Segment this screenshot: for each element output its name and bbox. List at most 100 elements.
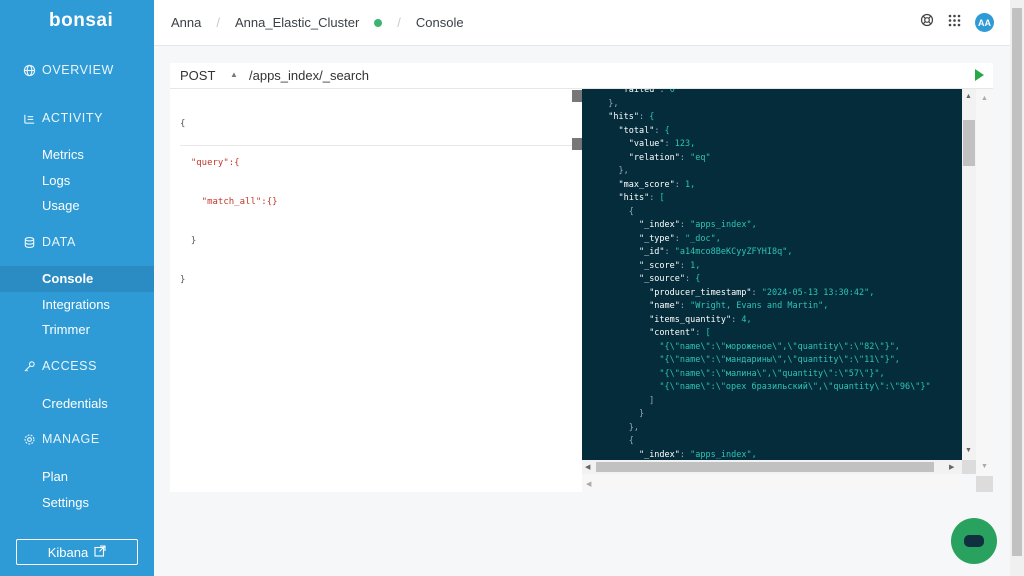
avatar[interactable]: AA [975,13,994,32]
request-code[interactable]: { "query":{ "match_all":{} } } [180,92,278,313]
database-icon [22,235,36,249]
response-viewer[interactable]: "failed": 0 }, "hits": { "total": { "val… [582,89,962,460]
request-line: } [180,236,197,246]
nav-access-label: ACCESS [42,359,98,373]
run-play-icon[interactable] [975,69,984,81]
nav-activity-label: ACTIVITY [42,111,104,125]
panel-vertical-scrollbar[interactable]: ▲︎ ▼︎ [976,89,993,474]
response-line: "{\"name\":\"мандарины\",\"quantity\":\"… [598,355,900,365]
response-line: "{\"name\":\"малина\",\"quantity\":\"57\… [598,368,885,379]
page-scrollbar-thumb[interactable] [1012,8,1022,556]
response-line: "content": [ [649,328,711,338]
sidebar-item-usage[interactable]: Usage [42,198,80,213]
response-line: }, [598,98,619,109]
sidebar-item-logs[interactable]: Logs [42,173,70,188]
kibana-button[interactable]: Kibana [16,539,138,565]
scroll-left-icon[interactable]: ◀︎ [585,463,590,471]
response-line: }, [598,422,639,433]
nav-activity[interactable]: ACTIVITY [22,111,103,125]
response-line: "{\"name\":\"орех бразильский\",\"quanti… [598,382,931,392]
editor-scroll-marker[interactable] [572,138,582,150]
header-actions: AA [920,13,994,32]
sidebar-item-trimmer[interactable]: Trimmer [42,322,90,337]
breadcrumb-user[interactable]: Anna [171,15,201,30]
scroll-down-icon[interactable]: ▼︎ [981,463,988,470]
response-line: } [598,409,645,419]
response-line: "producer_timestamp": "2024-05-13 13:30:… [649,287,875,298]
breadcrumb-separator: / [216,15,220,30]
request-line: { [180,119,186,129]
response-line: "_score": 1, [638,260,701,271]
nav-overview[interactable]: OVERVIEW [22,63,114,77]
breadcrumb-page: Console [415,15,464,30]
response-horizontal-scrollbar[interactable]: ◀︎ ▶︎ [582,460,962,474]
response-line: "_index": "apps_index", [638,220,757,230]
kibana-button-label: Kibana [47,544,89,560]
sidebar-item-metrics[interactable]: Metrics [42,147,84,162]
external-link-icon [94,544,106,560]
sidebar: bonsai OVERVIEW ACTIVITY Metrics Logs Us… [0,0,154,576]
globe-icon [22,63,36,77]
editor-scroll-marker[interactable] [572,90,582,102]
scroll-down-icon[interactable]: ▼︎ [965,447,972,454]
request-line: "match_all":{} [180,197,278,207]
scrollbar-thumb[interactable] [963,120,975,166]
scroll-corner [976,476,993,492]
nav-access[interactable]: ACCESS [22,359,97,373]
response-code: "failed": 0 }, "hits": { "total": { "val… [598,89,931,460]
cluster-status-dot [374,18,383,27]
response-line: ] [598,395,655,406]
sidebar-item-settings[interactable]: Settings [42,495,89,510]
scroll-up-icon[interactable]: ▲︎ [965,93,972,100]
response-line: "relation": "eq" [628,152,711,163]
response-line: }, [598,166,629,176]
breadcrumb-cluster[interactable]: Anna_Elastic_Cluster [235,15,359,30]
chat-button[interactable] [951,518,997,564]
response-line: "_source": { [638,274,701,284]
sidebar-item-integrations[interactable]: Integrations [42,297,110,312]
method-select[interactable]: POST [180,68,215,83]
grid-icon[interactable] [948,14,961,32]
response-line: "failed": 0 [618,89,675,95]
response-line: "hits": [ [618,193,665,203]
sidebar-item-credentials[interactable]: Credentials [42,396,108,411]
sidebar-item-plan[interactable]: Plan [42,469,68,484]
sidebar-item-console[interactable]: Console [42,271,93,286]
scroll-left-icon[interactable]: ◀︎ [586,480,591,488]
breadcrumb: Anna / Anna_Elastic_Cluster / Console [171,15,464,30]
scroll-corner [962,460,976,474]
top-header: Anna / Anna_Elastic_Cluster / Console AA [154,0,1010,46]
response-line: "{\"name\":\"мороженое\",\"quantity\":\"… [598,341,900,352]
response-line: "_index": "apps_index", [638,449,757,460]
response-line: "max_score": 1, [618,179,696,190]
breadcrumb-separator: / [397,15,401,30]
nav-data-label: DATA [42,235,76,249]
page-scrollbar[interactable] [1010,0,1024,576]
response-line: "name": "Wright, Evans and Martin", [649,301,829,311]
request-line: "query":{ [180,158,240,168]
request-bar: POST ▲︎ /apps_index/_search [170,63,993,89]
response-vertical-scrollbar[interactable]: ▲︎ ▼︎ [962,89,976,460]
request-editor[interactable]: { "query":{ "match_all":{} } } [170,89,582,492]
response-line: { [598,436,634,446]
request-path-input[interactable]: /apps_index/_search [249,68,369,83]
response-line: "hits": { [608,112,655,122]
response-line: "total": { [618,125,670,136]
request-line: } [180,275,186,285]
nav-data[interactable]: DATA [22,235,76,249]
response-line: "value": 123, [628,139,696,149]
scroll-right-icon[interactable]: ▶︎ [949,463,954,471]
response-line: "_type": "_doc", [638,233,721,244]
nav-overview-label: OVERVIEW [42,63,114,77]
method-chevron-icon[interactable]: ▲︎ [230,70,238,79]
scrollbar-thumb[interactable] [596,462,934,472]
nav-manage[interactable]: MANAGE [22,432,100,446]
gear-icon [22,432,36,446]
scroll-up-icon[interactable]: ▲︎ [981,95,988,102]
lifebuoy-icon[interactable] [920,13,934,32]
response-line: "_id": "a14mco8BeKCyyZFYHI8q", [638,247,793,257]
bonsai-logo[interactable]: bonsai [49,10,113,32]
nav-manage-label: MANAGE [42,432,100,446]
key-icon [22,359,36,373]
panel-horizontal-scrollbar[interactable]: ◀︎ [582,476,962,492]
